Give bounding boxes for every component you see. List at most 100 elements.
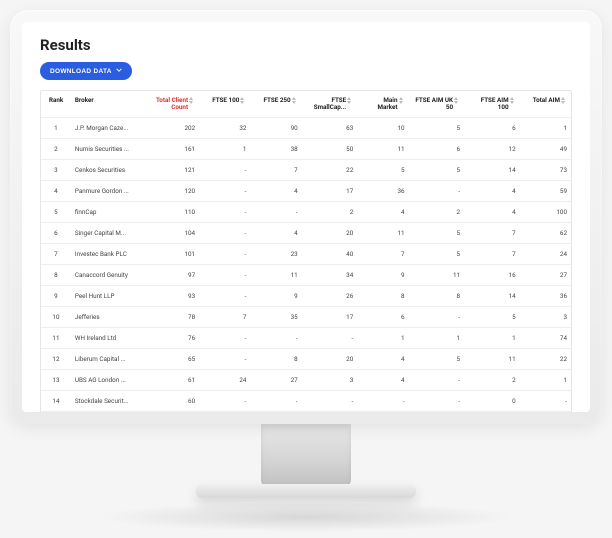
table-row[interactable]: 6Singer Capital M...104-420115762 xyxy=(41,222,571,243)
cell-value: 2 xyxy=(302,201,358,222)
cell-rank: 7 xyxy=(41,243,71,264)
cell-value: - xyxy=(250,327,301,348)
cell-value: - xyxy=(409,390,465,411)
cell-value: 4 xyxy=(357,348,408,369)
cell-value: 9 xyxy=(250,285,301,306)
cell-value: 4 xyxy=(250,222,301,243)
chevron-down-icon xyxy=(116,67,122,75)
cell-rank: 9 xyxy=(41,285,71,306)
cell-value: 100 xyxy=(520,201,571,222)
cell-broker: finnCap xyxy=(71,201,148,222)
col-8[interactable]: FTSE AIM 100 xyxy=(464,91,520,117)
cell-value: 63 xyxy=(302,117,358,138)
col-6[interactable]: Main Market xyxy=(357,91,408,117)
cell-value: - xyxy=(302,390,358,411)
cell-value: - xyxy=(250,390,301,411)
results-table: RankBrokerTotal Client CountFTSE 100FTSE… xyxy=(41,91,571,412)
cell-value: 93 xyxy=(148,285,199,306)
cell-rank: 8 xyxy=(41,264,71,285)
cell-broker: Stockdale Securit... xyxy=(71,390,148,411)
cell-value: 121 xyxy=(148,159,199,180)
cell-value: - xyxy=(199,285,250,306)
cell-value: 59 xyxy=(520,180,571,201)
page-title: Results xyxy=(40,36,572,54)
table-row[interactable]: 4Panmure Gordon ...120-41736-459 xyxy=(41,180,571,201)
col-4[interactable]: FTSE 250 xyxy=(250,91,301,117)
cell-value: - xyxy=(199,390,250,411)
table-row[interactable]: 9Peel Hunt LLP93-926881436 xyxy=(41,285,571,306)
table-row[interactable]: 12Liberum Capital ...65-820451122 xyxy=(41,348,571,369)
cell-value: - xyxy=(199,348,250,369)
cell-broker: Investec Bank PLC xyxy=(71,243,148,264)
results-table-wrap: RankBrokerTotal Client CountFTSE 100FTSE… xyxy=(40,90,572,412)
cell-broker: Numis Securities ... xyxy=(71,138,148,159)
cell-value: - xyxy=(199,243,250,264)
table-row[interactable]: 14Stockdale Securit...60-----0- xyxy=(41,390,571,411)
cell-value: 7 xyxy=(199,306,250,327)
sort-icon xyxy=(561,97,567,104)
cell-value: 4 xyxy=(464,180,520,201)
table-row[interactable]: 3Cenkos Securities121-722551473 xyxy=(41,159,571,180)
cell-value: 7 xyxy=(464,222,520,243)
cell-value: 3 xyxy=(302,369,358,390)
cell-value: 34 xyxy=(302,264,358,285)
cell-value: 27 xyxy=(250,369,301,390)
cell-value: 11 xyxy=(409,264,465,285)
cell-rank: 14 xyxy=(41,390,71,411)
cell-value: 9 xyxy=(357,264,408,285)
cell-value: 104 xyxy=(148,222,199,243)
table-row[interactable]: 13UBS AG London ...61242734-21 xyxy=(41,369,571,390)
cell-value: 8 xyxy=(250,348,301,369)
cell-value: - xyxy=(409,306,465,327)
cell-value: 20 xyxy=(302,348,358,369)
cell-value: 11 xyxy=(357,222,408,243)
col-5[interactable]: FTSE SmallCap... xyxy=(302,91,358,117)
col-7[interactable]: FTSE AIM UK 50 xyxy=(409,91,465,117)
cell-value: 76 xyxy=(148,327,199,348)
cell-value: 5 xyxy=(464,306,520,327)
cell-value: 20 xyxy=(302,222,358,243)
cell-value: 110 xyxy=(148,201,199,222)
table-row[interactable]: 7Investec Bank PLC101-234075724 xyxy=(41,243,571,264)
cell-value: 1 xyxy=(520,117,571,138)
cell-value: 6 xyxy=(464,117,520,138)
sort-icon xyxy=(399,97,405,104)
cell-broker: Canaccord Genuity xyxy=(71,264,148,285)
cell-broker: UBS AG London ... xyxy=(71,369,148,390)
monitor-base xyxy=(196,484,416,498)
cell-value: - xyxy=(199,159,250,180)
table-row[interactable]: 1J.P. Morgan Caze...20232906310561 xyxy=(41,117,571,138)
table-row[interactable]: 8Canaccord Genuity97-11349111627 xyxy=(41,264,571,285)
cell-value: 17 xyxy=(302,306,358,327)
cell-broker: Cenkos Securities xyxy=(71,159,148,180)
cell-value: 17 xyxy=(302,180,358,201)
cell-value: 0 xyxy=(464,390,520,411)
cell-broker: Jefferies xyxy=(71,306,148,327)
table-row[interactable]: 2Numis Securities ...161138501161249 xyxy=(41,138,571,159)
table-row[interactable]: 11WH Ireland Ltd76---11174 xyxy=(41,327,571,348)
cell-value: 10 xyxy=(357,117,408,138)
cell-rank: 1 xyxy=(41,117,71,138)
cell-value: 27 xyxy=(520,264,571,285)
cell-value: - xyxy=(199,201,250,222)
cell-value: 6 xyxy=(409,138,465,159)
table-row[interactable]: 10Jefferies78735176-53 xyxy=(41,306,571,327)
cell-value: 36 xyxy=(357,180,408,201)
download-data-button[interactable]: DOWNLOAD DATA xyxy=(40,62,132,80)
screen: Results DOWNLOAD DATA RankBrokerTotal Cl… xyxy=(22,22,590,412)
cell-value: 5 xyxy=(357,159,408,180)
cell-value: 4 xyxy=(357,369,408,390)
col-2[interactable]: Total Client Count xyxy=(148,91,199,117)
cell-value: 35 xyxy=(250,306,301,327)
cell-rank: 13 xyxy=(41,369,71,390)
cell-broker: Panmure Gordon ... xyxy=(71,180,148,201)
col-9[interactable]: Total AIM xyxy=(520,91,571,117)
table-row[interactable]: 5finnCap110--2424100 xyxy=(41,201,571,222)
cell-value: 11 xyxy=(250,264,301,285)
col-label: FTSE AIM UK 50 xyxy=(414,97,454,111)
col-3[interactable]: FTSE 100 xyxy=(199,91,250,117)
cell-rank: 12 xyxy=(41,348,71,369)
cell-value: 22 xyxy=(520,348,571,369)
cell-value: 62 xyxy=(520,222,571,243)
cell-value: 61 xyxy=(148,369,199,390)
